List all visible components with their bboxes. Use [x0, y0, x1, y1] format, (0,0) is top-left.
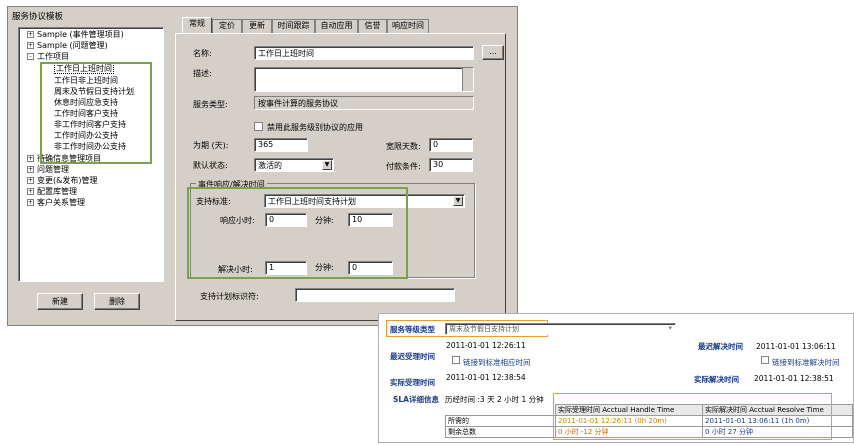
disable-sla-checkbox[interactable]	[254, 122, 263, 131]
latest-resolve-label: 最迟解决时间	[698, 342, 743, 351]
link-handle-checkbox[interactable]	[452, 356, 460, 364]
tree-item[interactable]: + Sample (事件管理项目)	[27, 30, 124, 40]
row-label-required: 所需的	[445, 415, 556, 427]
tree-item-label: 配置库管理	[37, 187, 77, 196]
tree-item[interactable]: - 工作项目	[27, 52, 69, 62]
expand-icon[interactable]: +	[27, 199, 34, 206]
latest-handle-value: 2011-01-01 12:26:11	[446, 341, 526, 350]
link-resolve-checkbox[interactable]	[761, 356, 769, 364]
actual-resolve-value: 2011-01-01 12:38:51	[754, 374, 834, 383]
expand-icon[interactable]: +	[27, 166, 34, 173]
actual-handle-label: 实际受理时间	[390, 378, 435, 387]
tree-item[interactable]: + Sample (问题管理)	[27, 41, 108, 51]
tab-4[interactable]: 自动应用	[315, 19, 358, 33]
row-label-remaining: 剩余总数	[445, 426, 556, 438]
tree-item-label: Sample (事件管理项目)	[37, 30, 124, 39]
expand-icon[interactable]: +	[27, 31, 34, 38]
payment-terms-input[interactable]: 30	[429, 158, 473, 172]
tab-5[interactable]: 信誉	[358, 19, 387, 33]
actual-handle-value: 2011-01-01 12:38:54	[446, 373, 526, 382]
tree-item-label: 客户关系管理	[37, 198, 85, 207]
tree-item-label: 问题管理	[37, 165, 69, 174]
level-type-label: 服务等级类型	[390, 325, 435, 334]
default-state-value: 激活的	[258, 161, 282, 170]
expand-icon[interactable]: +	[27, 155, 34, 162]
default-state-label: 默认状态:	[193, 161, 228, 170]
tree-item[interactable]: + 客户关系管理	[27, 198, 85, 208]
collapse-icon[interactable]: -	[27, 53, 34, 60]
period-label: 为期 (天):	[193, 141, 229, 150]
link-resolve-label: 链接到标准解决时间	[772, 358, 840, 367]
support-plan-id-label: 支持计划标识符:	[200, 292, 259, 301]
name-input[interactable]: 工作日上班时间	[254, 46, 474, 60]
panel-title: 服务协议模板	[12, 12, 64, 22]
link-handle-label: 链接到标准相应时间	[463, 358, 531, 367]
name-label: 名称:	[193, 49, 212, 58]
level-type-select[interactable]: 周末及节假日支持计划 ▾	[445, 323, 676, 335]
latest-resolve-value: 2011-01-01 13:06:11	[756, 342, 836, 351]
new-button[interactable]: 新建	[37, 293, 83, 310]
grace-days-input[interactable]: 0	[429, 138, 473, 152]
highlight-tree-items	[40, 62, 152, 164]
payment-terms-label: 付款条件:	[386, 162, 421, 171]
tab-6[interactable]: 响应时间	[387, 19, 429, 33]
level-type-value: 周末及节假日支持计划	[449, 325, 519, 333]
disable-sla-label: 禁用此服务级别协议的应用	[267, 123, 363, 132]
chevron-down-icon[interactable]: ▼	[453, 196, 463, 206]
description-scrollbar[interactable]	[462, 68, 473, 91]
highlight-response-group	[187, 187, 408, 279]
service-type-label: 服务类型:	[193, 100, 228, 109]
highlight-sla-table	[553, 393, 832, 440]
delete-button[interactable]: 删除	[94, 293, 140, 310]
service-type-field: 按事件计算的服务协议	[254, 96, 474, 110]
browse-button[interactable]: ...	[482, 45, 504, 60]
tree-item[interactable]: + 配置库管理	[27, 187, 77, 197]
tab-2[interactable]: 更新	[242, 19, 272, 33]
tree-item[interactable]: + 问题管理	[27, 165, 69, 175]
period-input[interactable]: 365	[254, 138, 308, 152]
chevron-down-icon[interactable]: ▾	[668, 324, 672, 332]
support-plan-id-input[interactable]	[295, 288, 455, 302]
tree-item-label: 变更(&发布)管理	[37, 176, 98, 185]
description-textarea[interactable]	[254, 67, 474, 92]
tree-item[interactable]: + 变更(&发布)管理	[27, 176, 97, 186]
tree-item-label: Sample (问题管理)	[37, 41, 108, 50]
expand-icon[interactable]: +	[27, 177, 34, 184]
tab-3[interactable]: 时间跟踪	[272, 19, 315, 33]
default-state-select[interactable]: 激活的 ▼	[254, 158, 334, 172]
grace-days-label: 宽限天数:	[386, 142, 421, 151]
expand-icon[interactable]: +	[27, 188, 34, 195]
tab-1[interactable]: 定价	[212, 19, 242, 33]
actual-resolve-label: 实际解决时间	[694, 375, 739, 384]
chevron-down-icon[interactable]: ▼	[322, 160, 332, 170]
description-label: 描述:	[193, 69, 212, 78]
table-corner-cell	[445, 404, 556, 416]
latest-handle-label: 最迟受理时间	[390, 352, 435, 361]
sla-detail-label: SLA详细信息	[393, 395, 439, 404]
tab-0[interactable]: 常规	[182, 17, 212, 34]
tree-item-label: 工作项目	[37, 52, 69, 61]
expand-icon[interactable]: +	[27, 42, 34, 49]
